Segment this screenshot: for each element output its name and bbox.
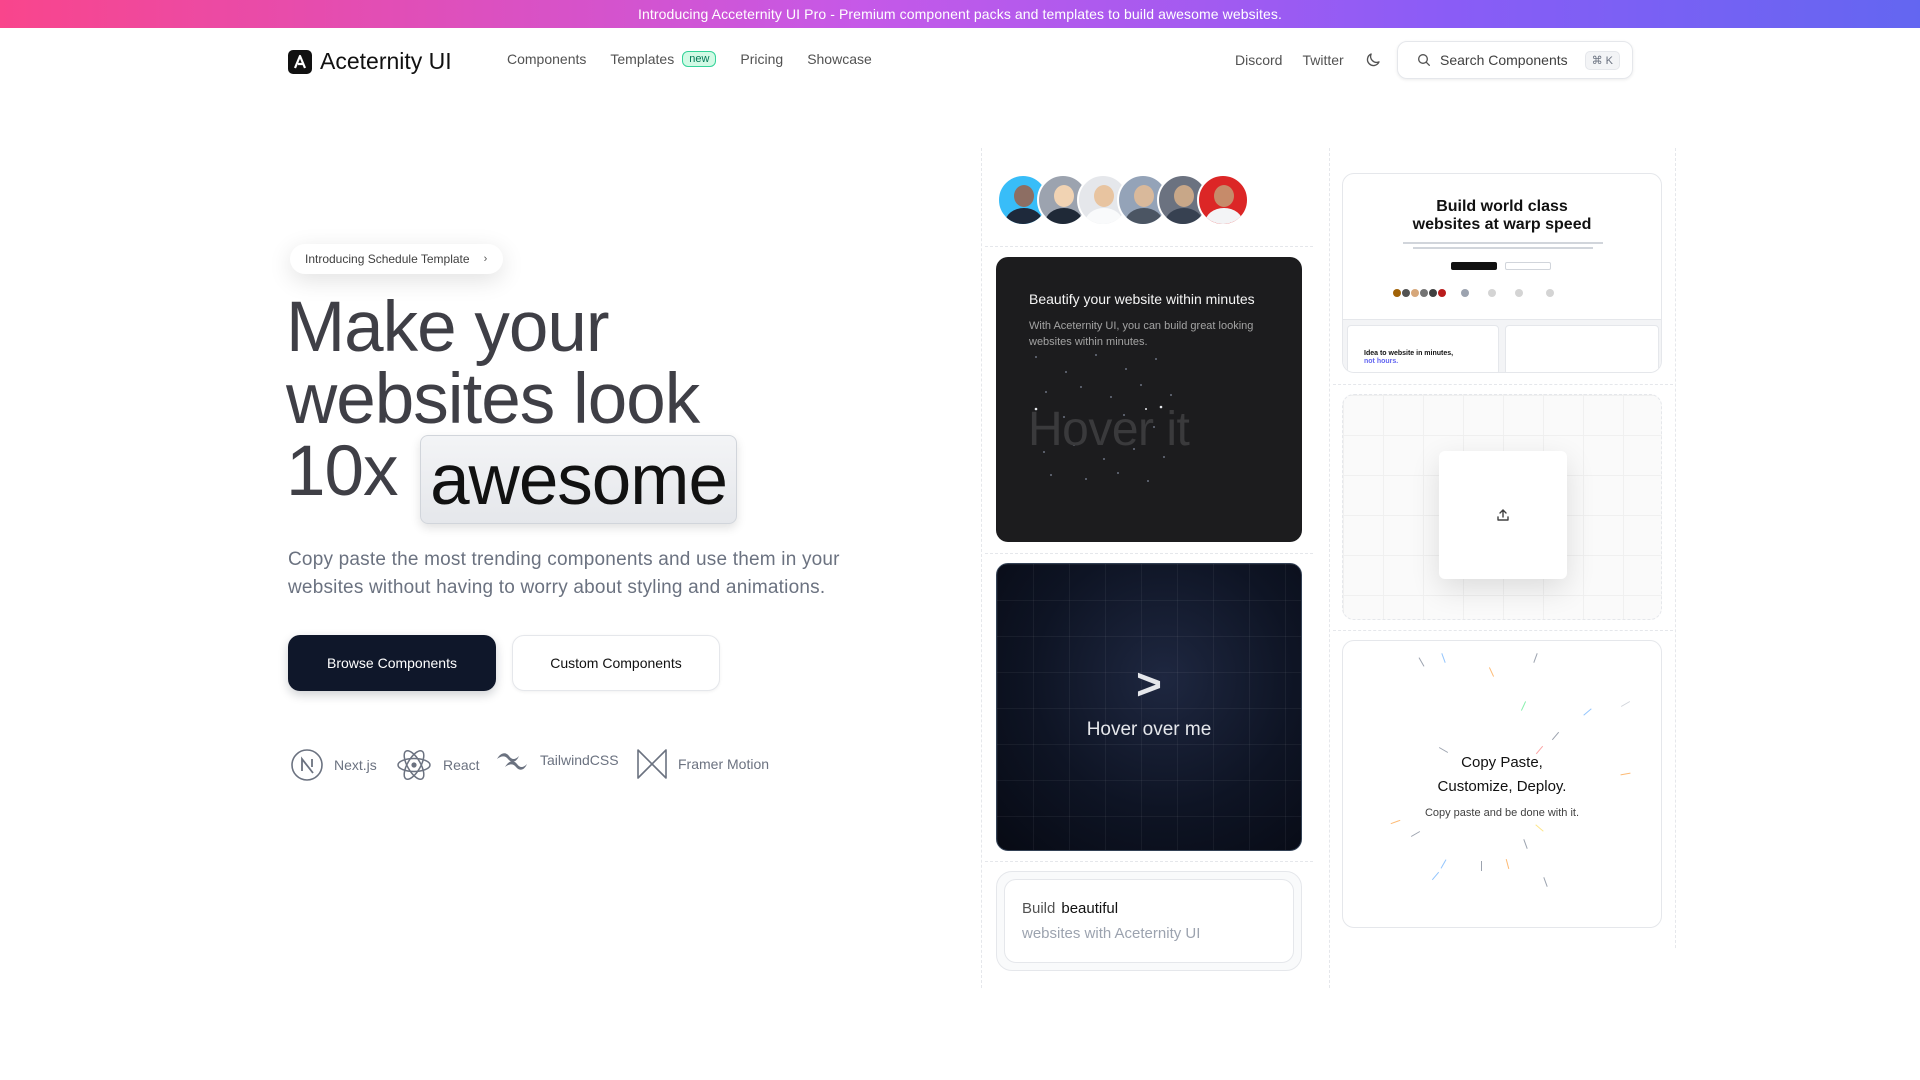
nav-link-templates-label: Templates (610, 51, 675, 67)
copy-paste-heading: Copy Paste, Customize, Deploy. (1343, 751, 1661, 799)
copy-subtext: Copy paste and be done with it. (1424, 807, 1580, 819)
react-icon (397, 750, 431, 780)
nav-link-showcase[interactable]: Showcase (807, 51, 872, 67)
copy-line-1: Copy Paste, (1461, 754, 1543, 771)
nav-link-components[interactable]: Components (507, 51, 586, 67)
grid-line (985, 861, 1313, 862)
brand-logo[interactable]: Aceternity UI (288, 48, 452, 75)
new-badge: new (682, 51, 717, 67)
build-card[interactable]: Build beautiful websites with Aceternity … (1004, 879, 1294, 963)
tech-nextjs: Next.js (290, 748, 377, 782)
beautify-title: Beautify your website within minutes (1029, 291, 1255, 307)
headline-highlight: awesome (420, 435, 737, 524)
nextjs-icon (291, 749, 323, 781)
secondary-nav: Discord Twitter (1235, 51, 1404, 69)
hero-subhead: Copy paste the most trending components … (288, 549, 840, 598)
preview-title-line-1: Build world class (1436, 198, 1568, 215)
search-button[interactable]: Search Components ⌘ K (1397, 41, 1633, 79)
copy-paste-card[interactable]: Copy Paste, Customize, Deploy. Copy past… (1342, 640, 1662, 928)
tech-framer-motion: Framer Motion (636, 748, 769, 780)
upload-dropzone[interactable] (1439, 451, 1567, 579)
nav-link-twitter[interactable]: Twitter (1302, 52, 1343, 68)
grid-line (985, 246, 1313, 247)
file-upload-card[interactable] (1342, 394, 1662, 620)
build-line-1: Build beautiful (1022, 900, 1118, 917)
hover-over-card[interactable]: > Hover over me (996, 563, 1302, 851)
nav-link-templates[interactable]: Templates new (610, 51, 717, 67)
tech-react: React (395, 748, 480, 782)
grid-line (1329, 148, 1330, 988)
top-nav: Aceternity UI Components Templates new P… (0, 28, 1920, 92)
preview-avatars (1393, 289, 1555, 297)
beautify-card[interactable]: Beautify your website within minutes Wit… (996, 257, 1302, 542)
announcement-banner[interactable]: Introducing Acceternity UI Pro - Premium… (0, 0, 1920, 28)
tech-label: Framer Motion (678, 756, 770, 772)
tech-label: React (443, 757, 480, 773)
grid-line (1333, 630, 1673, 631)
avatar-stack (997, 174, 1249, 226)
preview-sub-highlight: not hours. (1364, 358, 1399, 365)
preview-subpages: Idea to website in minutes, not hours. (1343, 319, 1661, 372)
grid-line (1333, 384, 1673, 385)
grid-line (1675, 148, 1676, 948)
preview-body-text (1393, 242, 1613, 252)
primary-nav: Components Templates new Pricing Showcas… (507, 51, 896, 67)
preview-sub-heading: Idea to website in minutes, (1364, 350, 1454, 357)
banner-text: Introducing Acceternity UI Pro - Premium… (638, 6, 1282, 22)
chevron-right-icon: › (483, 253, 488, 265)
search-placeholder: Search Components (1440, 52, 1568, 68)
framer-motion-icon (637, 749, 667, 779)
tech-label: Next.js (334, 757, 377, 773)
preview-primary-button (1451, 262, 1497, 270)
moon-icon[interactable] (1364, 51, 1382, 69)
tech-label: TailwindCSS (540, 752, 619, 768)
grid-line (981, 148, 982, 988)
beautify-desc: With Aceternity UI, you can build great … (1029, 320, 1254, 348)
tech-tailwind: TailwindCSS (494, 748, 619, 772)
grid-line (985, 553, 1313, 554)
announcement-pill[interactable]: Introducing Schedule Template › (290, 244, 504, 274)
build-line-2: websites with Aceternity UI (1022, 925, 1201, 942)
build-prefix: Build (1022, 900, 1056, 917)
custom-components-button[interactable]: Custom Components (512, 635, 720, 691)
headline-line-2: websites look (286, 360, 700, 439)
template-preview-card[interactable]: Build world class websites at warp speed… (1342, 173, 1662, 373)
logo-icon (288, 49, 312, 74)
tailwind-icon (497, 753, 527, 770)
hover-over-label: Hover over me (1086, 719, 1212, 740)
preview-title-line-2: websites at warp speed (1412, 216, 1592, 233)
build-rotating-word: beautiful (1061, 900, 1119, 917)
nav-link-pricing[interactable]: Pricing (740, 51, 783, 67)
pill-text: Introducing Schedule Template (305, 252, 470, 266)
chevron-right-icon: > (1136, 660, 1162, 709)
search-shortcut: ⌘ K (1584, 50, 1620, 70)
preview-secondary-button (1505, 262, 1551, 270)
nav-link-discord[interactable]: Discord (1235, 52, 1282, 68)
copy-line-2: Customize, Deploy. (1437, 778, 1567, 795)
headline-line-1: Make your (286, 288, 609, 367)
browse-components-button[interactable]: Browse Components (288, 635, 496, 691)
brand-name: Aceternity UI (320, 48, 452, 74)
preview-title: Build world class websites at warp speed (1343, 198, 1661, 234)
avatar[interactable] (1197, 174, 1249, 226)
hover-it-text: Hover it (1028, 403, 1190, 456)
upload-icon (1497, 509, 1509, 521)
search-icon (1418, 54, 1430, 66)
